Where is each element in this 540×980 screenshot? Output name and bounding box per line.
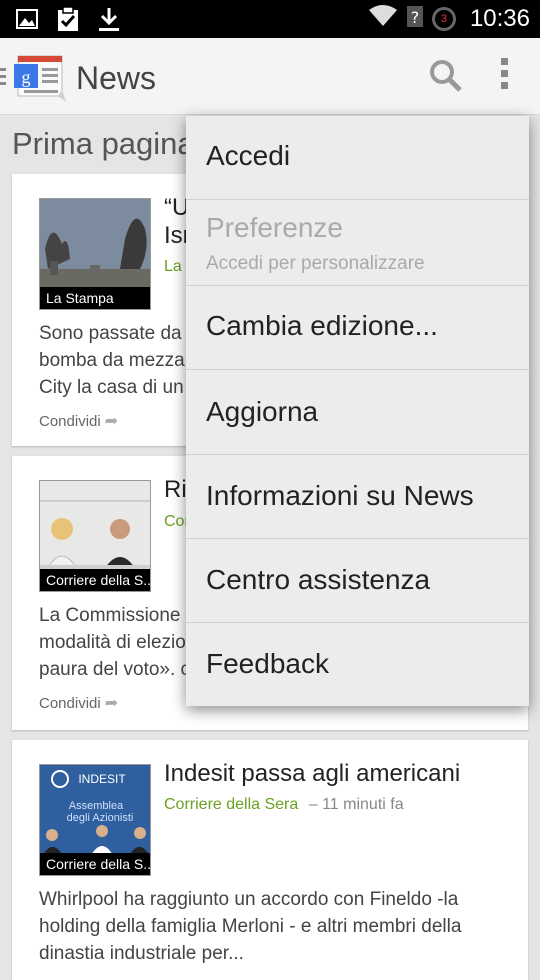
menu-item-label: Centro assistenza <box>206 564 431 595</box>
app-title: News <box>76 60 157 96</box>
article-source[interactable]: La <box>164 258 182 276</box>
snippet-line: holding della famiglia Merloni - e altri… <box>39 916 462 937</box>
article-source-line[interactable]: Corriere della Sera – 11 minuti fa <box>164 796 404 814</box>
no-signal-icon: ? <box>406 4 424 33</box>
menu-item-accedi[interactable]: Accedi <box>186 116 529 200</box>
svg-text:?: ? <box>411 8 420 27</box>
section-title: Prima pagina <box>12 126 195 161</box>
menu-item-label: Cambia edizione... <box>206 310 438 341</box>
share-icon: ➦ <box>104 695 119 712</box>
thumbnail-caption: Corriere della S... <box>40 853 150 875</box>
menu-item-cambia-edizione[interactable]: Cambia edizione... <box>186 286 529 370</box>
google-news-logo-icon[interactable]: g <box>12 52 68 107</box>
thumbnail-caption: La Stampa <box>40 287 150 309</box>
notification-count: 3 <box>440 12 447 25</box>
menu-item-label: Aggiorna <box>206 396 319 427</box>
svg-text:g: g <box>22 67 31 87</box>
status-bar: ? 3 10:36 <box>0 0 540 38</box>
menu-item-feedback[interactable]: Feedback <box>186 623 529 706</box>
snippet-line: dinastia industriale per... <box>39 943 244 964</box>
menu-item-preferenze: Preferenze Accedi per personalizzare <box>186 200 529 286</box>
menu-item-label: Feedback <box>206 648 329 679</box>
article-time: – 11 minuti fa <box>308 796 404 813</box>
download-icon <box>98 6 120 37</box>
drawer-indicator-icon[interactable] <box>0 68 6 89</box>
thumb-banner-text: Assemblea <box>69 800 124 812</box>
menu-item-aggiorna[interactable]: Aggiorna <box>186 370 529 455</box>
article-thumbnail[interactable]: INDESIT Assemblea degli Azionisti Corrie… <box>39 764 151 876</box>
clipboard-check-icon <box>56 6 80 37</box>
thumbnail-caption: Corriere della S... <box>40 569 150 591</box>
thumb-brand-text: INDESIT <box>78 772 126 786</box>
share-button[interactable]: Condividi ➦ <box>39 693 118 713</box>
article-headline[interactable]: Indesit passa agli americani <box>164 760 460 788</box>
search-icon[interactable] <box>428 58 464 99</box>
article-snippet[interactable]: Whirlpool ha raggiunto un accordo con Fi… <box>39 886 509 967</box>
article-headline[interactable]: Ri <box>164 476 187 504</box>
overflow-menu-icon[interactable] <box>497 58 511 94</box>
menu-item-sublabel: Accedi per personalizzare <box>206 253 425 274</box>
clock: 10:36 <box>469 4 530 32</box>
notification-badge: 3 <box>431 6 456 31</box>
snippet-line: Whirlpool ha raggiunto un accordo con Fi… <box>39 889 459 910</box>
image-icon <box>16 8 38 35</box>
menu-item-centro-assistenza[interactable]: Centro assistenza <box>186 539 529 623</box>
menu-item-label: Preferenze <box>206 212 343 243</box>
action-bar: g News <box>0 38 540 115</box>
article-source: Corriere della Sera <box>164 796 299 813</box>
wifi-icon <box>368 4 398 33</box>
article-thumbnail[interactable]: La Stampa <box>39 198 151 310</box>
overflow-menu: Accedi Preferenze Accedi per personalizz… <box>186 116 529 706</box>
share-label: Condividi <box>39 413 101 430</box>
article-thumbnail[interactable]: Corriere della S... <box>39 480 151 592</box>
share-icon: ➦ <box>104 413 119 430</box>
menu-item-informazioni[interactable]: Informazioni su News <box>186 455 529 539</box>
thumb-banner-text: degli Azionisti <box>67 812 134 824</box>
share-label: Condividi <box>39 695 101 712</box>
menu-item-label: Accedi <box>206 140 291 171</box>
article-card[interactable]: INDESIT Assemblea degli Azionisti Corrie… <box>12 740 528 980</box>
share-button[interactable]: Condividi ➦ <box>39 411 118 431</box>
menu-item-label: Informazioni su News <box>206 480 474 511</box>
